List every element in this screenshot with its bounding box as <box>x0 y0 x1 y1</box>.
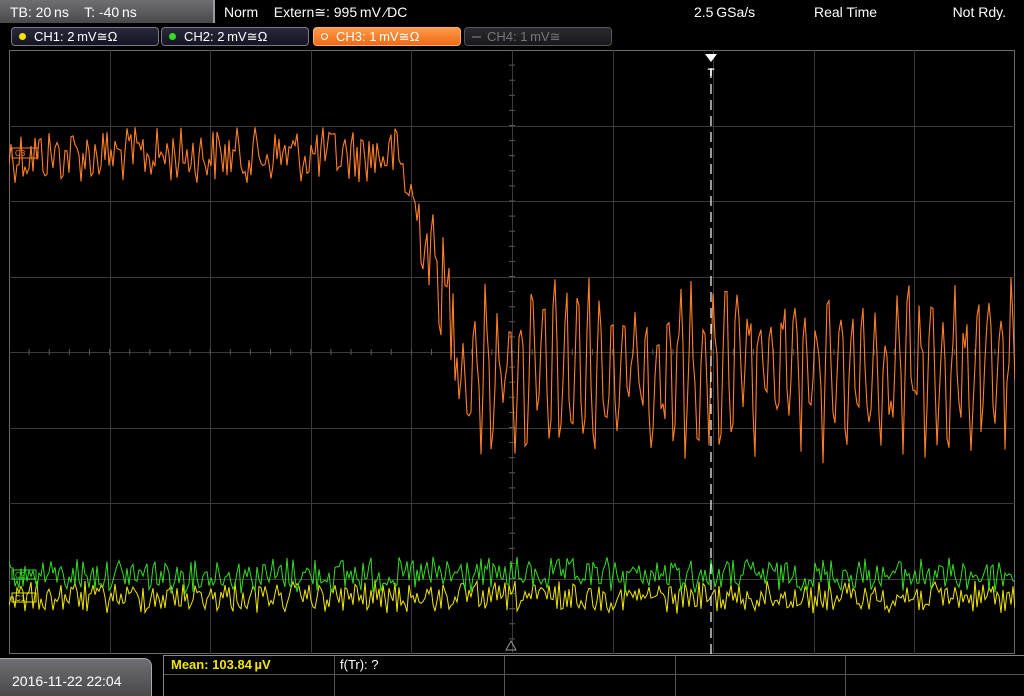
datetime-box: 2016-11-22 22:04 <box>0 658 152 696</box>
channel-1-label: CH1: 2 mV≅Ω <box>34 29 118 44</box>
ch1-indicator-icon <box>19 33 26 40</box>
timebase-box[interactable]: TB: 20 ns T: -40 ns <box>0 0 215 23</box>
ch1-marker-label: C1 <box>15 594 26 603</box>
channel-3-label: CH3: 1 mV≅Ω <box>336 29 420 44</box>
trigger-frequency-measurement[interactable]: f(Tr): ? <box>340 656 379 673</box>
mean-measurement[interactable]: Mean: 103.84 µV <box>171 656 271 673</box>
channel-4-label: CH4: 1 mV≅ <box>487 29 561 44</box>
datetime-readout: 2016-11-22 22:04 <box>12 673 122 689</box>
channel-4-button[interactable]: CH4: 1 mV≅ <box>464 27 612 46</box>
ch3-marker-label: C3 <box>15 149 26 158</box>
ch2-indicator-icon <box>169 33 176 40</box>
waveform-display[interactable]: T C3 C2 C1 <box>9 50 1015 654</box>
sample-rate-readout[interactable]: 2.5 GSa/s <box>694 1 755 23</box>
status-bar: TB: 20 ns T: -40 ns Norm Extern≅: 995 mV… <box>0 0 1024 24</box>
channel-3-button[interactable]: CH3: 1 mV≅Ω <box>313 27 461 46</box>
ch2-marker-label: C2 <box>15 571 26 580</box>
channel-2-button[interactable]: CH2: 2 mV≅Ω <box>161 27 309 46</box>
acquisition-state-readout: Not Rdy. <box>952 4 1006 20</box>
trigger-readout[interactable]: Norm Extern≅: 995 mV ∕DC <box>224 1 407 23</box>
timebase-readout[interactable]: TB: 20 ns T: -40 ns <box>10 1 137 23</box>
trigger-marker-label: T <box>708 67 715 79</box>
channel-2-label: CH2: 2 mV≅Ω <box>184 29 268 44</box>
ch3-indicator-icon <box>321 33 328 40</box>
measurement-panel[interactable]: Mean: 103.84 µV f(Tr): ? <box>163 655 1024 696</box>
acquisition-mode-readout[interactable]: Real Time <box>814 1 877 23</box>
ch4-indicator-icon <box>472 36 481 38</box>
bottom-bar: 2016-11-22 22:04 Mean: 103.84 µV f(Tr): … <box>0 655 1024 696</box>
channel-1-button[interactable]: CH1: 2 mV≅Ω <box>11 27 159 46</box>
